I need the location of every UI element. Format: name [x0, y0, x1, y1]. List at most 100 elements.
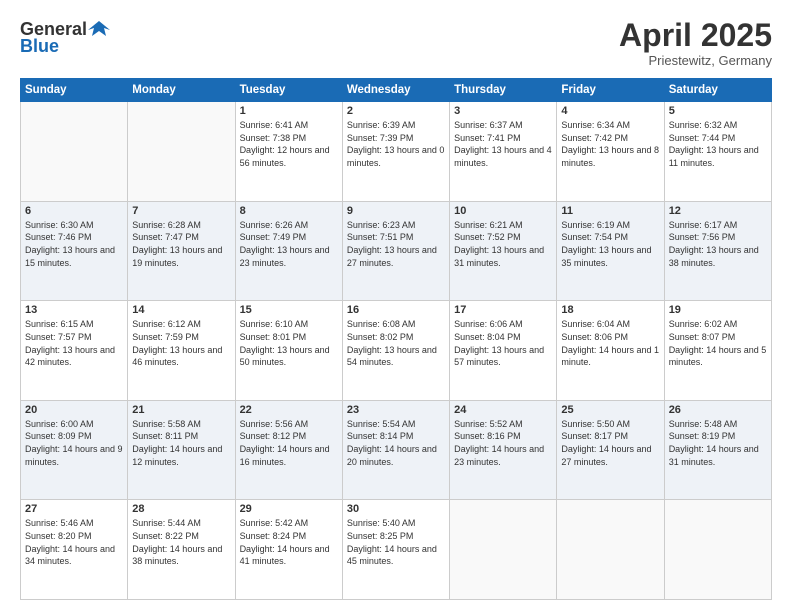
calendar-cell — [450, 500, 557, 600]
day-number: 4 — [561, 105, 659, 117]
calendar-cell: 5 Sunrise: 6:32 AMSunset: 7:44 PMDaylight… — [664, 102, 771, 202]
day-info: Sunrise: 6:30 AMSunset: 7:46 PMDaylight:… — [25, 219, 123, 269]
day-info: Sunrise: 6:02 AMSunset: 8:07 PMDaylight:… — [669, 318, 767, 368]
day-info: Sunrise: 6:21 AMSunset: 7:52 PMDaylight:… — [454, 219, 552, 269]
calendar-cell: 27 Sunrise: 5:46 AMSunset: 8:20 PMDayligh… — [21, 500, 128, 600]
day-number: 27 — [25, 503, 123, 515]
day-info: Sunrise: 5:48 AMSunset: 8:19 PMDaylight:… — [669, 418, 767, 468]
calendar-cell — [21, 102, 128, 202]
day-number: 8 — [240, 205, 338, 217]
day-info: Sunrise: 6:06 AMSunset: 8:04 PMDaylight:… — [454, 318, 552, 368]
calendar-cell: 2 Sunrise: 6:39 AMSunset: 7:39 PMDaylight… — [342, 102, 449, 202]
calendar-cell: 12 Sunrise: 6:17 AMSunset: 7:56 PMDayligh… — [664, 201, 771, 301]
logo-bird-icon — [88, 18, 110, 40]
calendar-cell: 19 Sunrise: 6:02 AMSunset: 8:07 PMDayligh… — [664, 301, 771, 401]
calendar-cell: 11 Sunrise: 6:19 AMSunset: 7:54 PMDayligh… — [557, 201, 664, 301]
day-number: 11 — [561, 205, 659, 217]
calendar-header-row: SundayMondayTuesdayWednesdayThursdayFrid… — [21, 79, 772, 102]
day-info: Sunrise: 6:17 AMSunset: 7:56 PMDaylight:… — [669, 219, 767, 269]
calendar-cell — [557, 500, 664, 600]
calendar-cell: 26Sunrise: 5:48 AMSunset: 8:19 PMDayligh… — [664, 400, 771, 500]
day-info: Sunrise: 6:41 AMSunset: 7:38 PMDaylight:… — [240, 119, 338, 169]
day-number: 13 — [25, 304, 123, 316]
day-number: 3 — [454, 105, 552, 117]
calendar-header-monday: Monday — [128, 79, 235, 102]
day-info: Sunrise: 6:34 AMSunset: 7:42 PMDaylight:… — [561, 119, 659, 169]
calendar-cell: 1 Sunrise: 6:41 AMSunset: 7:38 PMDaylight… — [235, 102, 342, 202]
calendar-cell: 4 Sunrise: 6:34 AMSunset: 7:42 PMDaylight… — [557, 102, 664, 202]
day-number: 14 — [132, 304, 230, 316]
day-number: 16 — [347, 304, 445, 316]
day-info: Sunrise: 6:26 AMSunset: 7:49 PMDaylight:… — [240, 219, 338, 269]
calendar-week-row: 13 Sunrise: 6:15 AMSunset: 7:57 PMDayligh… — [21, 301, 772, 401]
calendar-header-tuesday: Tuesday — [235, 79, 342, 102]
day-info: Sunrise: 6:28 AMSunset: 7:47 PMDaylight:… — [132, 219, 230, 269]
calendar-week-row: 27 Sunrise: 5:46 AMSunset: 8:20 PMDayligh… — [21, 500, 772, 600]
day-number: 12 — [669, 205, 767, 217]
calendar-cell: 14Sunrise: 6:12 AMSunset: 7:59 PMDayligh… — [128, 301, 235, 401]
calendar-body: 1 Sunrise: 6:41 AMSunset: 7:38 PMDaylight… — [21, 102, 772, 600]
day-info: Sunrise: 6:10 AMSunset: 8:01 PMDaylight:… — [240, 318, 338, 368]
month-title: April 2025 — [619, 18, 772, 53]
day-info: Sunrise: 6:19 AMSunset: 7:54 PMDaylight:… — [561, 219, 659, 269]
day-number: 28 — [132, 503, 230, 515]
calendar-header-friday: Friday — [557, 79, 664, 102]
day-number: 2 — [347, 105, 445, 117]
day-number: 24 — [454, 404, 552, 416]
location-subtitle: Priestewitz, Germany — [619, 53, 772, 68]
day-info: Sunrise: 6:04 AMSunset: 8:06 PMDaylight:… — [561, 318, 659, 368]
day-info: Sunrise: 5:44 AMSunset: 8:22 PMDaylight:… — [132, 517, 230, 567]
day-number: 25 — [561, 404, 659, 416]
calendar-header-thursday: Thursday — [450, 79, 557, 102]
calendar-cell: 8 Sunrise: 6:26 AMSunset: 7:49 PMDaylight… — [235, 201, 342, 301]
calendar-header-sunday: Sunday — [21, 79, 128, 102]
calendar-cell: 24 Sunrise: 5:52 AMSunset: 8:16 PMDayligh… — [450, 400, 557, 500]
day-info: Sunrise: 6:39 AMSunset: 7:39 PMDaylight:… — [347, 119, 445, 169]
calendar-cell: 16 Sunrise: 6:08 AMSunset: 8:02 PMDayligh… — [342, 301, 449, 401]
day-number: 22 — [240, 404, 338, 416]
day-info: Sunrise: 5:58 AMSunset: 8:11 PMDaylight:… — [132, 418, 230, 468]
day-info: Sunrise: 5:40 AMSunset: 8:25 PMDaylight:… — [347, 517, 445, 567]
calendar-cell: 6 Sunrise: 6:30 AMSunset: 7:46 PMDaylight… — [21, 201, 128, 301]
calendar-week-row: 20Sunrise: 6:00 AMSunset: 8:09 PMDayligh… — [21, 400, 772, 500]
day-info: Sunrise: 5:56 AMSunset: 8:12 PMDaylight:… — [240, 418, 338, 468]
calendar-cell: 25 Sunrise: 5:50 AMSunset: 8:17 PMDayligh… — [557, 400, 664, 500]
day-number: 6 — [25, 205, 123, 217]
day-info: Sunrise: 6:00 AMSunset: 8:09 PMDaylight:… — [25, 418, 123, 468]
calendar-cell: 23 Sunrise: 5:54 AMSunset: 8:14 PMDayligh… — [342, 400, 449, 500]
day-info: Sunrise: 6:23 AMSunset: 7:51 PMDaylight:… — [347, 219, 445, 269]
day-number: 9 — [347, 205, 445, 217]
header: General Blue April 2025 Priestewitz, Ger… — [20, 18, 772, 68]
calendar-cell: 30Sunrise: 5:40 AMSunset: 8:25 PMDayligh… — [342, 500, 449, 600]
day-number: 17 — [454, 304, 552, 316]
day-number: 21 — [132, 404, 230, 416]
calendar-cell: 3 Sunrise: 6:37 AMSunset: 7:41 PMDaylight… — [450, 102, 557, 202]
logo-blue-text: Blue — [20, 36, 59, 57]
day-number: 5 — [669, 105, 767, 117]
calendar-cell: 22 Sunrise: 5:56 AMSunset: 8:12 PMDayligh… — [235, 400, 342, 500]
day-info: Sunrise: 6:32 AMSunset: 7:44 PMDaylight:… — [669, 119, 767, 169]
calendar-week-row: 6 Sunrise: 6:30 AMSunset: 7:46 PMDaylight… — [21, 201, 772, 301]
day-info: Sunrise: 6:15 AMSunset: 7:57 PMDaylight:… — [25, 318, 123, 368]
day-number: 7 — [132, 205, 230, 217]
calendar-cell: 20Sunrise: 6:00 AMSunset: 8:09 PMDayligh… — [21, 400, 128, 500]
day-number: 10 — [454, 205, 552, 217]
calendar-cell: 10 Sunrise: 6:21 AMSunset: 7:52 PMDayligh… — [450, 201, 557, 301]
calendar-cell: 18 Sunrise: 6:04 AMSunset: 8:06 PMDayligh… — [557, 301, 664, 401]
day-info: Sunrise: 5:54 AMSunset: 8:14 PMDaylight:… — [347, 418, 445, 468]
day-info: Sunrise: 5:42 AMSunset: 8:24 PMDaylight:… — [240, 517, 338, 567]
calendar-cell: 15Sunrise: 6:10 AMSunset: 8:01 PMDayligh… — [235, 301, 342, 401]
calendar-cell: 21 Sunrise: 5:58 AMSunset: 8:11 PMDayligh… — [128, 400, 235, 500]
title-section: April 2025 Priestewitz, Germany — [619, 18, 772, 68]
day-number: 1 — [240, 105, 338, 117]
day-info: Sunrise: 5:52 AMSunset: 8:16 PMDaylight:… — [454, 418, 552, 468]
day-number: 18 — [561, 304, 659, 316]
day-info: Sunrise: 5:46 AMSunset: 8:20 PMDaylight:… — [25, 517, 123, 567]
day-info: Sunrise: 5:50 AMSunset: 8:17 PMDaylight:… — [561, 418, 659, 468]
calendar-header-saturday: Saturday — [664, 79, 771, 102]
day-info: Sunrise: 6:08 AMSunset: 8:02 PMDaylight:… — [347, 318, 445, 368]
day-number: 19 — [669, 304, 767, 316]
logo: General Blue — [20, 18, 111, 57]
day-info: Sunrise: 6:37 AMSunset: 7:41 PMDaylight:… — [454, 119, 552, 169]
day-number: 23 — [347, 404, 445, 416]
